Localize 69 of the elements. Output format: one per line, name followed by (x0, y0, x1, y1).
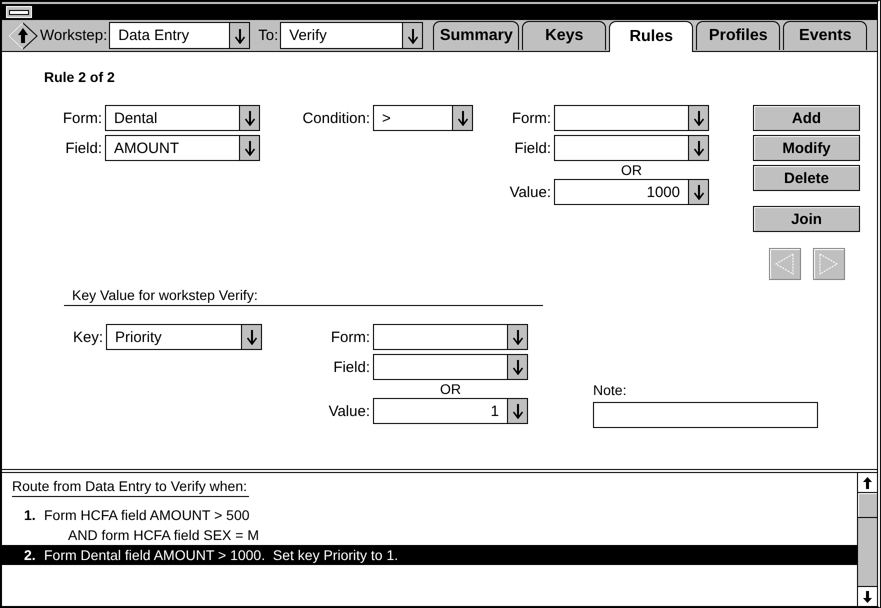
dropdown[interactable] (554, 105, 709, 131)
tab[interactable]: Rules (609, 21, 694, 52)
arrow-down-icon (458, 110, 468, 126)
arrow-down-icon (244, 110, 254, 126)
field-label: Condition: (301, 110, 370, 126)
field-label: Key: (72, 328, 103, 346)
dropdown[interactable]: > (373, 105, 473, 131)
scrollbar[interactable] (857, 473, 877, 606)
dropdown[interactable]: Priority (106, 324, 262, 350)
push-button[interactable]: Modify (753, 135, 860, 161)
dropdown[interactable]: 1000 (554, 179, 709, 205)
rule-text: Form Dental field AMOUNT > 1000. Set key Priority to 1. (44, 547, 398, 563)
arrow-down-icon (694, 140, 704, 156)
arrow-down-icon (244, 140, 254, 156)
scroll-thumb[interactable] (858, 493, 877, 518)
rule-text: Form HCFA field AMOUNT > 500 (44, 507, 250, 523)
list-item[interactable]: 2. Form Dental field AMOUNT > 1000. Set key Priority to 1. (2, 545, 857, 565)
rule-text: AND form HCFA field SEX = M (68, 527, 259, 543)
up-arrow-button[interactable] (8, 22, 38, 50)
field-label: Field: (513, 140, 551, 156)
dropdown[interactable]: Dental (105, 105, 260, 131)
system-menu-button[interactable] (6, 6, 32, 18)
dropdown[interactable] (554, 135, 709, 161)
push-button[interactable]: Join (753, 206, 860, 232)
up-arrow-icon (863, 476, 872, 488)
or-label: OR (620, 161, 643, 179)
arrow-down-icon (512, 403, 522, 419)
field-label: Form: (510, 110, 551, 126)
triangle-left-icon (773, 252, 796, 276)
tab[interactable]: Summary (433, 21, 520, 50)
input-field[interactable] (593, 402, 818, 428)
field-label: Note: (593, 382, 628, 400)
arrow-down-icon (512, 329, 522, 345)
tab[interactable]: Profiles (696, 21, 780, 50)
tab[interactable]: Events (783, 21, 868, 50)
field-label: Field: (332, 358, 370, 376)
field-label: Workstep: (40, 27, 108, 44)
dropdown[interactable]: Data Entry (109, 22, 250, 49)
scroll-down-button[interactable] (858, 586, 877, 606)
dropdown[interactable]: 1 (373, 398, 528, 424)
item-number: 1. (24, 507, 37, 523)
scroll-up-button[interactable] (858, 473, 877, 493)
arrow-down-icon (694, 110, 704, 126)
arrow-down-icon (234, 28, 245, 44)
down-arrow-icon (863, 590, 872, 602)
field-label: Form: (330, 328, 370, 346)
list-item[interactable]: 1. Form HCFA field AMOUNT > 500 AND form HCFA field SEX = M (2, 505, 857, 545)
dropdown[interactable] (373, 354, 528, 380)
field-label: To: (258, 27, 278, 44)
push-button[interactable]: Delete (753, 165, 860, 191)
field-label: Value: (508, 184, 551, 200)
or-label: OR (439, 380, 462, 398)
dropdown[interactable]: Verify (280, 22, 424, 49)
arrow-down-icon (408, 28, 418, 44)
field-label: Field: (64, 140, 102, 156)
triangle-right-icon (817, 252, 840, 276)
dropdown[interactable] (373, 324, 528, 350)
section-heading: Key Value for workstep Verify: (64, 287, 543, 306)
arrow-down-icon (246, 329, 256, 345)
item-number: 2. (24, 547, 37, 563)
arrow-down-icon (694, 184, 704, 200)
tab[interactable]: Keys (522, 21, 606, 50)
field-label: Value: (328, 402, 370, 420)
rule-counter: Rule 2 of 2 (44, 69, 116, 87)
push-button[interactable]: Add (753, 105, 860, 131)
arrow-down-icon (512, 359, 522, 375)
dropdown[interactable]: AMOUNT (105, 135, 260, 161)
list-heading: Route from Data Entry to Verify when: (12, 478, 249, 497)
field-label: Form: (62, 110, 102, 126)
